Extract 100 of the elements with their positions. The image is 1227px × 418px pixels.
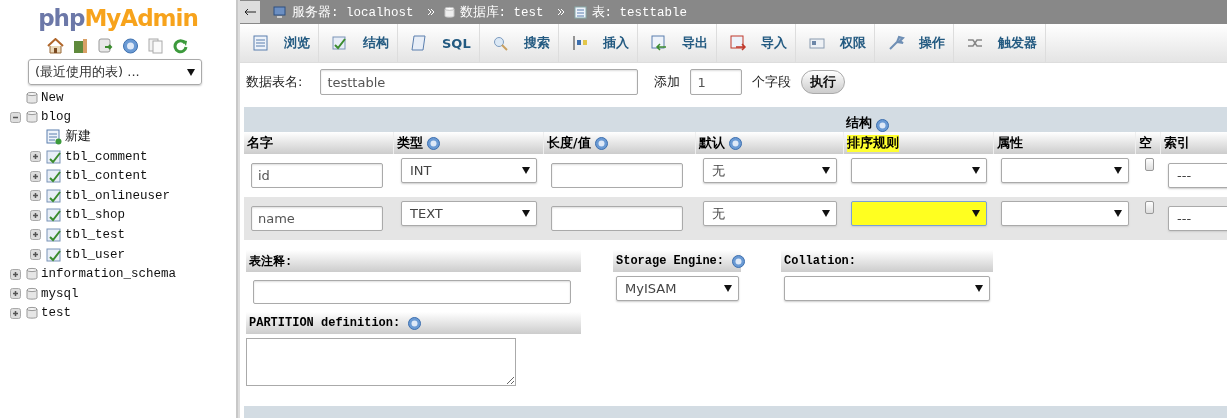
table-icon[interactable] [46,148,62,165]
collation-dropdown[interactable] [851,158,987,183]
expand-toggle[interactable] [30,229,43,241]
tab[interactable]: 浏览 [240,24,319,62]
database-icon [26,286,38,301]
collation-dropdown[interactable] [851,201,987,226]
tree-item[interactable]: tbl_test [65,227,125,242]
attributes-dropdown[interactable] [1001,201,1129,226]
tab[interactable]: 搜索 [479,24,559,62]
index-dropdown[interactable]: --- [1168,163,1227,188]
default-dropdown[interactable]: 无 [703,158,837,183]
table-icon[interactable] [46,226,62,243]
help-icon[interactable] [876,119,889,132]
tree-item[interactable]: tbl_comment [65,149,148,164]
table-icon[interactable] [46,187,62,204]
separator-icon [556,8,565,16]
export-icon [649,35,668,51]
table-collation-dropdown[interactable] [784,276,990,301]
help-icon[interactable] [594,136,608,150]
column-header: 索引 [1164,134,1190,152]
tree-item[interactable]: mysql [41,286,79,301]
help-icon[interactable] [427,136,440,150]
storage-engine-dropdown[interactable]: MyISAM [616,276,739,301]
expand-toggle[interactable] [10,288,23,300]
default-dropdown[interactable]: 无 [703,201,837,226]
browse-icon [252,35,270,51]
tree-item[interactable]: blog [41,110,71,125]
tab[interactable]: 插入 [558,24,638,62]
expand-toggle[interactable] [30,190,43,202]
tab[interactable]: 权限 [795,24,875,62]
collation-label: Collation: [784,254,856,268]
database-icon [26,110,38,125]
column-name-field[interactable]: name [251,206,383,231]
column-name-field[interactable]: id [251,163,383,188]
recent-tables-dropdown[interactable]: (最近使用的表) ... [28,59,202,85]
breadcrumb-link[interactable]: 数据库: test [459,3,544,21]
help-icon[interactable] [732,254,746,268]
breadcrumb-link[interactable]: 表: testtable [591,3,688,21]
database-icon [26,90,38,105]
null-checkbox[interactable] [1145,158,1154,171]
help-icon[interactable] [408,316,422,330]
tree-item[interactable]: tbl_content [65,169,148,184]
tab[interactable]: SQL [398,24,480,62]
tree-item[interactable]: New [41,90,64,105]
column-header: 长度/值 [547,134,591,152]
partition-label: PARTITION definition: [249,316,401,330]
table-name-field[interactable]: testtable [320,69,639,95]
column-header: 排序规则 [847,134,899,152]
expand-toggle[interactable] [10,268,23,280]
column-header: 类型 [397,134,423,152]
expand-toggle[interactable] [30,209,43,221]
comment-field[interactable] [253,280,571,304]
length-field[interactable] [551,163,683,188]
help-icon[interactable] [729,136,742,150]
table-icon[interactable] [46,207,62,224]
tree-item[interactable]: 新建 [65,128,91,146]
caret-icon [822,167,830,174]
help-icon[interactable] [122,38,139,54]
table-icon[interactable] [46,168,62,185]
tree-item[interactable]: tbl_user [65,247,125,262]
tree-item[interactable]: tbl_onlineuser [65,188,171,203]
collapse-toggle[interactable] [10,111,23,123]
query-window-icon[interactable] [97,38,114,54]
column-count-field[interactable]: 1 [690,69,743,95]
reload-icon[interactable] [172,38,189,54]
expand-toggle[interactable] [30,249,43,261]
caret-icon [1114,167,1122,174]
breadcrumb-link[interactable]: 服务器: localhost [292,3,414,21]
expand-toggle[interactable] [30,151,43,163]
add-label: 添加 [654,73,681,91]
caret-icon [187,68,195,76]
insert-icon [570,35,589,51]
phpmyadmin-logo[interactable]: phpMyAdmin [38,4,198,32]
null-checkbox[interactable] [1145,201,1154,214]
go-button[interactable]: 执行 [801,70,846,94]
caret-icon [972,167,980,174]
tree-item[interactable]: information_schema [41,267,177,282]
caret-icon [522,210,530,217]
tab[interactable]: 导入 [716,24,796,62]
expand-toggle[interactable] [30,170,43,182]
expand-toggle[interactable] [10,307,23,319]
tab[interactable]: 导出 [637,24,717,62]
table-name-label: 数据表名: [246,73,303,91]
columns-label: 个字段 [752,73,792,91]
partition-field[interactable] [246,338,516,386]
server-icon [273,5,287,19]
index-dropdown[interactable]: --- [1168,206,1227,231]
table-icon[interactable] [46,246,62,263]
tree-item[interactable]: tbl_shop [65,208,125,223]
length-field[interactable] [551,206,683,231]
comment-label: 表注释: [249,253,293,270]
tree-item[interactable]: test [41,306,71,321]
tab[interactable]: 操作 [874,24,954,62]
type-dropdown[interactable]: TEXT [401,201,537,226]
attributes-dropdown[interactable] [1001,158,1129,183]
tab[interactable]: 触发器 [953,24,1046,62]
home-icon[interactable] [47,38,64,54]
table-icon [573,5,587,19]
tab[interactable]: 结构 [319,24,398,62]
type-dropdown[interactable]: INT [401,158,537,183]
